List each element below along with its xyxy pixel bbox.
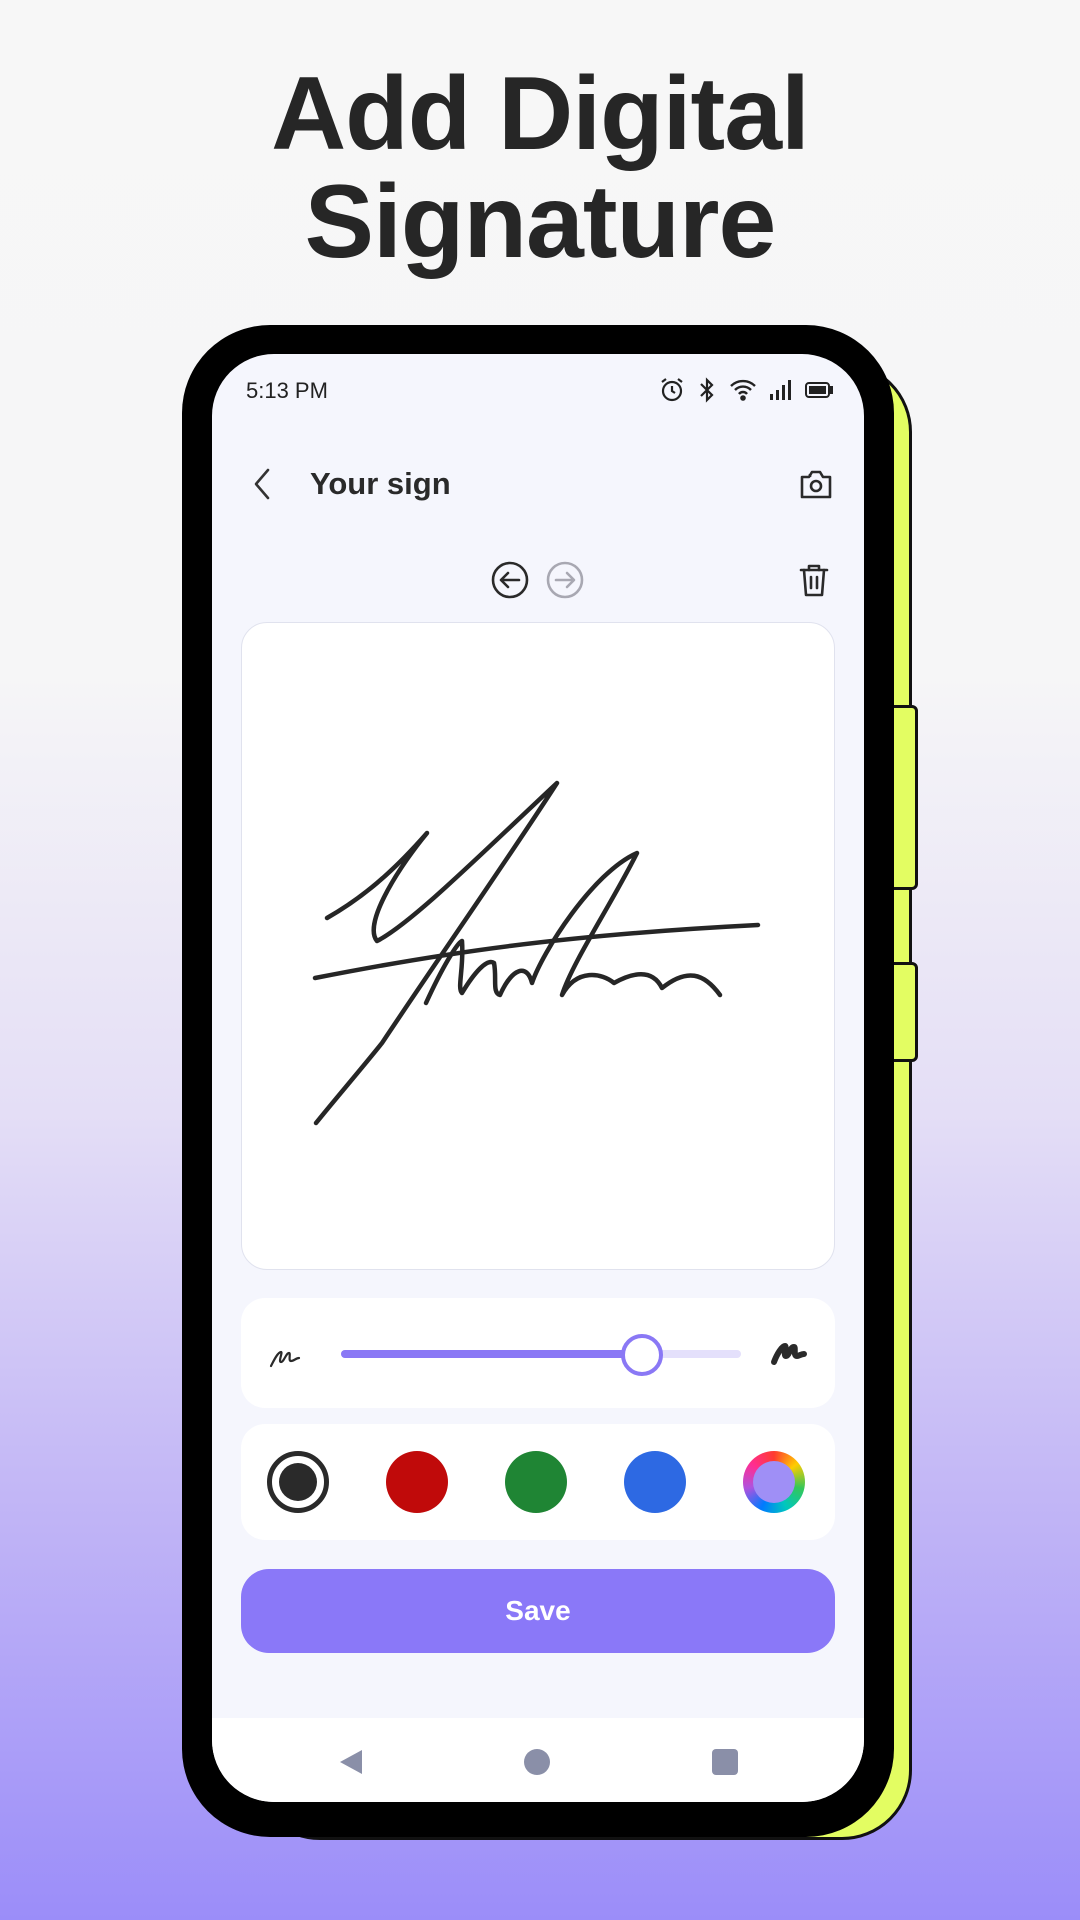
wifi-icon bbox=[730, 379, 756, 401]
redo-button[interactable] bbox=[545, 560, 585, 600]
save-button[interactable]: Save bbox=[241, 1569, 835, 1653]
page-title: Your sign bbox=[310, 466, 451, 501]
pen-thickness-card bbox=[241, 1298, 835, 1408]
signature-canvas[interactable] bbox=[241, 622, 835, 1270]
redo-arrow-icon bbox=[546, 561, 584, 599]
signature-drawing bbox=[312, 780, 761, 1126]
phone-screen: 5:13 PM Your sign Save bbox=[212, 354, 864, 1802]
delete-button[interactable] bbox=[794, 560, 834, 600]
battery-icon bbox=[805, 382, 833, 398]
color-swatch-green[interactable] bbox=[505, 1451, 567, 1513]
color-swatch-black[interactable] bbox=[267, 1451, 329, 1513]
back-button[interactable] bbox=[242, 464, 282, 504]
alarm-icon bbox=[661, 378, 683, 402]
color-swatch-blue[interactable] bbox=[624, 1451, 686, 1513]
nav-back-icon[interactable] bbox=[338, 1748, 364, 1776]
headline-line-2: Signature bbox=[304, 164, 777, 280]
undo-button[interactable] bbox=[490, 560, 530, 600]
thickness-slider-fill bbox=[341, 1350, 641, 1358]
thick-stroke-icon bbox=[771, 1343, 807, 1365]
color-swatch-custom[interactable] bbox=[743, 1451, 805, 1513]
bluetooth-icon bbox=[700, 377, 714, 403]
system-navbar bbox=[212, 1718, 864, 1802]
camera-icon bbox=[800, 470, 832, 499]
chevron-left-icon bbox=[254, 468, 270, 500]
nav-home-icon[interactable] bbox=[524, 1749, 550, 1775]
thickness-slider[interactable] bbox=[341, 1334, 741, 1376]
color-swatch-red[interactable] bbox=[386, 1451, 448, 1513]
promo-headline: Add Digital Signature bbox=[0, 60, 1080, 276]
color-picker-card bbox=[241, 1424, 835, 1540]
thickness-slider-thumb[interactable] bbox=[621, 1334, 663, 1376]
power-button bbox=[890, 962, 918, 1062]
volume-button bbox=[890, 705, 918, 890]
trash-icon bbox=[799, 564, 829, 597]
headline-line-1: Add Digital bbox=[271, 56, 810, 172]
status-icons bbox=[658, 376, 834, 404]
thin-stroke-icon bbox=[269, 1350, 301, 1368]
camera-button[interactable] bbox=[794, 462, 838, 506]
nav-recents-icon[interactable] bbox=[712, 1749, 738, 1775]
signal-icon bbox=[770, 380, 791, 400]
undo-arrow-icon bbox=[491, 561, 529, 599]
status-time: 5:13 PM bbox=[246, 378, 328, 403]
